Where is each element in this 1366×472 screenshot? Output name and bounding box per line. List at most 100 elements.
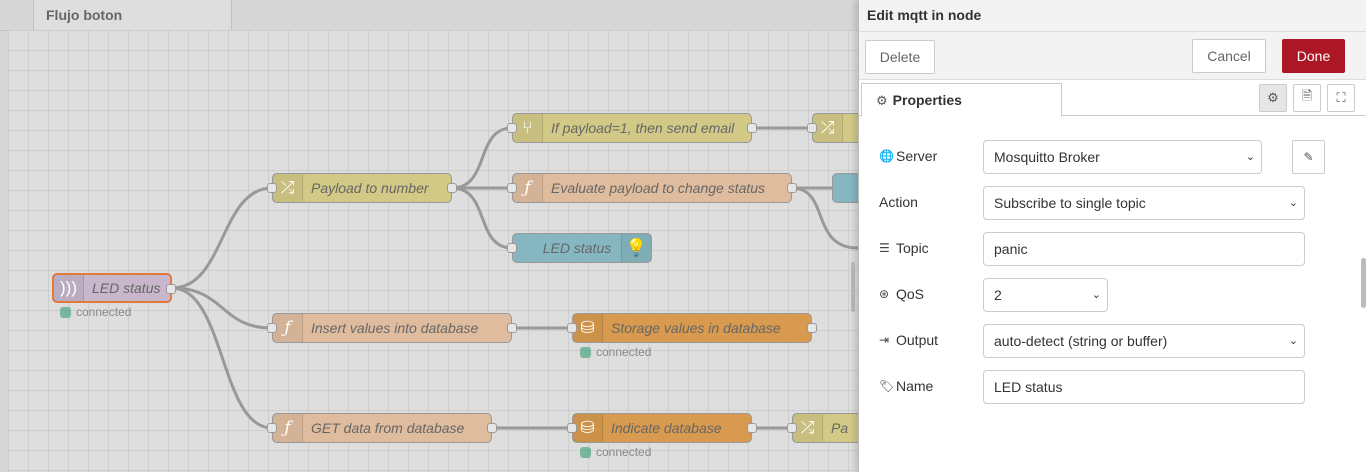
shuffle-icon: ⤮ <box>273 174 303 202</box>
tab-properties[interactable]: ⚙ Properties <box>861 83 1062 117</box>
output-port[interactable] <box>747 423 757 433</box>
action-select[interactable]: Subscribe to single topic ⌄ <box>983 186 1305 220</box>
server-label: 🌐 Server <box>879 148 938 164</box>
topic-input[interactable]: panic <box>983 232 1305 266</box>
node-led-status-ui[interactable]: LED status 💡 <box>507 233 652 263</box>
node-evaluate-payload[interactable]: ƒ Evaluate payload to change status <box>507 173 797 203</box>
node-if-payload[interactable]: ⑂ If payload=1, then send email <box>507 113 757 143</box>
node-storage-values[interactable]: ⛁ Storage values in database <box>567 313 817 343</box>
node-payload-to-number[interactable]: ⤮ Payload to number <box>267 173 457 203</box>
tray-resize-handle[interactable] <box>851 262 855 312</box>
delete-button[interactable]: Delete <box>865 40 935 74</box>
tray-scrollbar[interactable] <box>1361 258 1366 308</box>
database-icon: ⛁ <box>573 314 603 342</box>
server-select[interactable]: Mosquitto Broker ⌄ <box>983 140 1262 174</box>
node-partial-ui[interactable] <box>832 173 858 203</box>
node-partial-change[interactable]: ⤮ <box>807 113 858 143</box>
light-bulb-icon: 💡 <box>621 234 651 262</box>
input-port[interactable] <box>567 323 577 333</box>
node-label: Evaluate payload to change status <box>551 180 766 196</box>
document-icon: 🗎 <box>1301 88 1313 103</box>
input-port[interactable] <box>267 183 277 193</box>
shuffle-icon: ⤮ <box>793 414 823 442</box>
node-status: connected <box>580 345 651 359</box>
tray-tabs: ⚙ Properties ⚙ 🗎 ⛶ <box>859 80 1366 117</box>
qos-label: ⊛ QoS <box>879 286 925 302</box>
node-label: Insert values into database <box>311 320 479 336</box>
output-port[interactable] <box>507 323 517 333</box>
node-partial-bottom[interactable]: ⤮ Pa <box>787 413 858 443</box>
output-port[interactable] <box>807 323 817 333</box>
node-label: LED status <box>92 280 161 296</box>
chevron-down-icon: ⌄ <box>1245 151 1255 163</box>
name-row: 🏷 Name LED status <box>879 370 1349 404</box>
function-icon: ƒ <box>513 174 543 202</box>
node-indicate-database[interactable]: ⛁ Indicate database <box>567 413 757 443</box>
node-label: Payload to number <box>311 180 429 196</box>
flow-workspace[interactable]: Flujo boton ))) LED status connected ⤮ P <box>0 0 858 472</box>
status-dot-icon <box>580 446 591 458</box>
tag-icon: 🏷 <box>879 379 895 393</box>
output-port[interactable] <box>787 183 797 193</box>
wire <box>171 186 273 290</box>
output-select[interactable]: auto-detect (string or buffer) ⌄ <box>983 324 1305 358</box>
output-label: ⇥ Output <box>879 332 939 348</box>
node-label: LED status <box>542 240 612 256</box>
action-label: Action <box>879 194 918 210</box>
input-port[interactable] <box>567 423 577 433</box>
chevron-down-icon: ⌄ <box>1091 289 1101 301</box>
action-row: Action Subscribe to single topic ⌄ <box>879 186 1349 220</box>
output-port[interactable] <box>447 183 457 193</box>
frame-icon: ⛶ <box>1336 90 1346 105</box>
tray-toolbar: Delete Cancel Done <box>859 32 1366 80</box>
output-row: ⇥ Output auto-detect (string or buffer) ⌄ <box>879 324 1349 358</box>
node-insert-values[interactable]: ƒ Insert values into database <box>267 313 517 343</box>
function-icon: ƒ <box>273 414 303 442</box>
status-dot-icon <box>580 346 591 358</box>
server-row: 🌐 Server Mosquitto Broker ⌄ ✎ <box>879 140 1349 174</box>
gear-icon: ⚙ <box>1267 90 1279 105</box>
function-icon: ƒ <box>273 314 303 342</box>
chevron-down-icon: ⌄ <box>1288 335 1298 347</box>
tab-appearance-button[interactable]: ⛶ <box>1327 84 1355 112</box>
sign-out-icon: ⇥ <box>879 333 890 347</box>
chevron-down-icon: ⌄ <box>1288 197 1298 209</box>
status-dot-icon <box>60 306 71 318</box>
flow-wires <box>171 126 858 430</box>
input-port[interactable] <box>267 423 277 433</box>
pencil-icon: ✎ <box>1303 150 1314 164</box>
input-port[interactable] <box>807 123 817 133</box>
qos-select[interactable]: 2 ⌄ <box>983 278 1108 312</box>
mqtt-wave-icon: ))) <box>54 275 84 301</box>
node-status: connected <box>580 445 651 459</box>
node-get-data[interactable]: ƒ GET data from database <box>267 413 497 443</box>
tasks-icon: ☰ <box>879 241 890 255</box>
node-status: connected <box>60 305 131 319</box>
input-port[interactable] <box>507 243 517 253</box>
tab-settings-button[interactable]: ⚙ <box>1259 84 1287 112</box>
qos-row: ⊛ QoS 2 ⌄ <box>879 278 1349 312</box>
edit-tray: Edit mqtt in node Delete Cancel Done ⚙ Pr… <box>858 0 1366 472</box>
output-port[interactable] <box>747 123 757 133</box>
tab-description-button[interactable]: 🗎 <box>1293 84 1321 112</box>
input-port[interactable] <box>267 323 277 333</box>
input-port[interactable] <box>507 123 517 133</box>
output-port[interactable] <box>487 423 497 433</box>
gear-icon: ⚙ <box>876 93 888 108</box>
input-port[interactable] <box>507 183 517 193</box>
cancel-button[interactable]: Cancel <box>1192 39 1266 73</box>
output-port[interactable] <box>166 284 176 294</box>
wire <box>451 186 513 250</box>
topic-row: ☰ Topic panic <box>879 232 1349 266</box>
topic-label: ☰ Topic <box>879 240 929 256</box>
node-label: GET data from database <box>311 420 465 436</box>
globe-icon: 🌐 <box>879 149 894 163</box>
edit-server-button[interactable]: ✎ <box>1292 140 1325 174</box>
name-input[interactable]: LED status <box>983 370 1305 404</box>
tray-title: Edit mqtt in node <box>859 0 1366 32</box>
node-label: Pa <box>831 420 849 436</box>
shuffle-icon: ⤮ <box>813 114 843 142</box>
input-port[interactable] <box>787 423 797 433</box>
node-led-status-mqtt-in[interactable]: ))) LED status <box>52 273 176 303</box>
done-button[interactable]: Done <box>1282 39 1345 73</box>
